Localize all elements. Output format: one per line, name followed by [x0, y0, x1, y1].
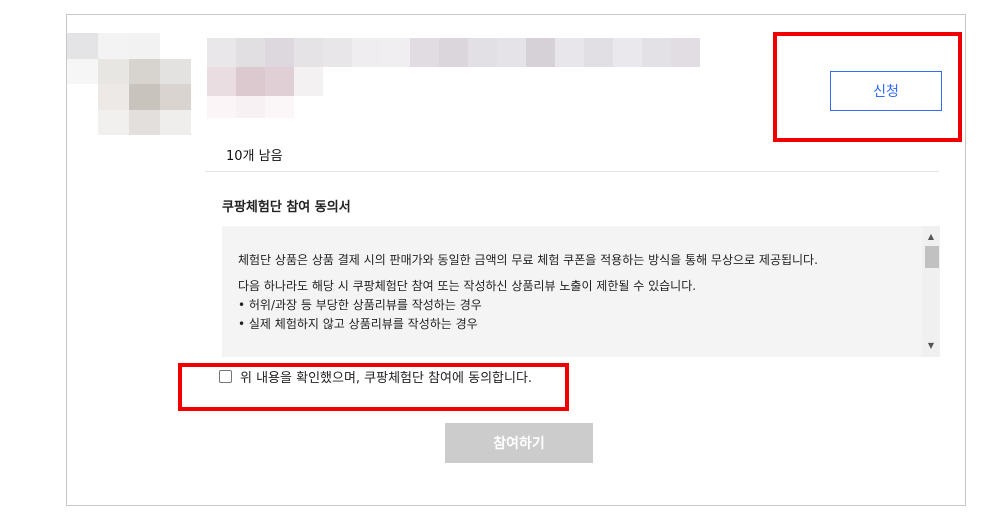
- terms-scroll-box[interactable]: 체험단 상품은 상품 결제 시의 판매가와 동일한 금액의 무료 체험 쿠폰을 …: [222, 226, 940, 357]
- product-thumbnail-blurred: [67, 33, 191, 135]
- agree-label[interactable]: 위 내용을 확인했으며, 쿠팡체험단 참여에 동의합니다.: [240, 367, 532, 386]
- agree-row[interactable]: 위 내용을 확인했으며, 쿠팡체험단 참여에 동의합니다.: [219, 367, 532, 386]
- terms-paragraph-1: 체험단 상품은 상품 결제 시의 판매가와 동일한 금액의 무료 체험 쿠폰을 …: [238, 253, 818, 267]
- terms-bullet: • 허위/과장 등 부당한 상품리뷰를 작성하는 경우: [238, 298, 482, 312]
- product-title-blurred: [207, 38, 707, 118]
- scroll-up-icon[interactable]: ▲: [922, 228, 940, 244]
- top-cropped-text: [238, 0, 298, 2]
- terms-bullet: • 실제 체험하지 않고 상품리뷰를 작성하는 경우: [238, 317, 478, 331]
- consent-title: 쿠팡체험단 참여 동의서: [222, 200, 351, 215]
- divider: [205, 171, 939, 172]
- scrollbar-thumb[interactable]: [925, 246, 939, 268]
- apply-button[interactable]: 신청: [830, 71, 942, 111]
- terms-content: 체험단 상품은 상품 결제 시의 판매가와 동일한 금액의 무료 체험 쿠폰을 …: [238, 250, 914, 334]
- agree-checkbox[interactable]: [219, 370, 232, 383]
- terms-scrollbar[interactable]: ▲ ▼: [922, 226, 940, 357]
- terms-paragraph-2: 다음 하나라도 해당 시 쿠팡체험단 참여 또는 작성하신 상품리뷰 노출이 제…: [238, 279, 697, 293]
- remaining-count: 10개 남음: [226, 149, 283, 164]
- scroll-down-icon[interactable]: ▼: [922, 337, 940, 353]
- join-button[interactable]: 참여하기: [445, 423, 593, 463]
- experience-group-panel: 신청 10개 남음 쿠팡체험단 참여 동의서 체험단 상품은 상품 결제 시의 …: [66, 14, 966, 506]
